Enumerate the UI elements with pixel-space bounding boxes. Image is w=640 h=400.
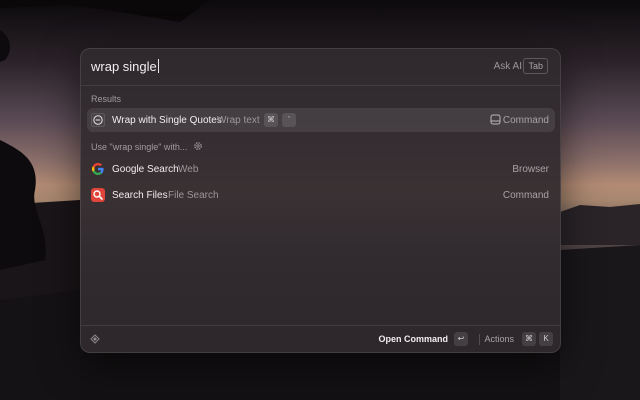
quote-icon	[91, 113, 105, 127]
fallback-subtitle: File Search	[168, 190, 219, 201]
results-section-label: Results	[91, 94, 122, 104]
fallback-section-label: Use "wrap single" with...	[91, 142, 188, 152]
fallback-type: Browser	[512, 164, 549, 175]
fallback-title: Search Files	[112, 190, 168, 201]
action-bar: Open Command ↩ Actions ⌘ K	[81, 325, 560, 352]
text-caret	[157, 59, 159, 73]
result-subtitle: Wrap text	[217, 115, 260, 126]
gear-icon[interactable]	[193, 141, 203, 151]
fallback-item-google-search[interactable]: Google Search Web Browser	[87, 157, 555, 181]
search-query-text: wrap single	[91, 59, 157, 74]
result-type: Command	[502, 115, 549, 126]
shortcut-quote-key: '	[282, 113, 296, 127]
search-bar[interactable]: wrap single Ask AI Tab	[81, 49, 560, 86]
actions-cmd-key: ⌘	[522, 332, 536, 346]
fallback-item-search-files[interactable]: Search Files File Search Command	[87, 183, 555, 207]
open-command-button[interactable]: Open Command	[378, 334, 448, 344]
fallback-type: Command	[502, 190, 549, 201]
ask-ai-button[interactable]: Ask AI	[494, 61, 522, 72]
result-item-wrap-single-quotes[interactable]: Wrap with Single Quotes Wrap text ⌘ ' Co…	[87, 108, 555, 132]
search-input[interactable]: wrap single	[91, 59, 159, 74]
search-files-icon	[91, 188, 105, 202]
footer-divider	[479, 334, 480, 345]
command-launcher: wrap single Ask AI Tab Results Wrap with…	[80, 48, 561, 353]
fallback-title: Google Search	[112, 164, 179, 175]
google-icon	[92, 163, 104, 175]
result-title: Wrap with Single Quotes	[112, 115, 222, 126]
actions-button[interactable]: Actions	[484, 334, 514, 344]
shortcut-cmd-key: ⌘	[264, 113, 278, 127]
fallback-subtitle: Web	[178, 164, 199, 175]
raycast-logo-icon	[90, 334, 100, 344]
actions-k-key: K	[539, 332, 553, 346]
tab-key-hint: Tab	[523, 58, 548, 74]
enter-key-hint: ↩	[454, 332, 468, 346]
command-type-icon	[490, 114, 501, 125]
